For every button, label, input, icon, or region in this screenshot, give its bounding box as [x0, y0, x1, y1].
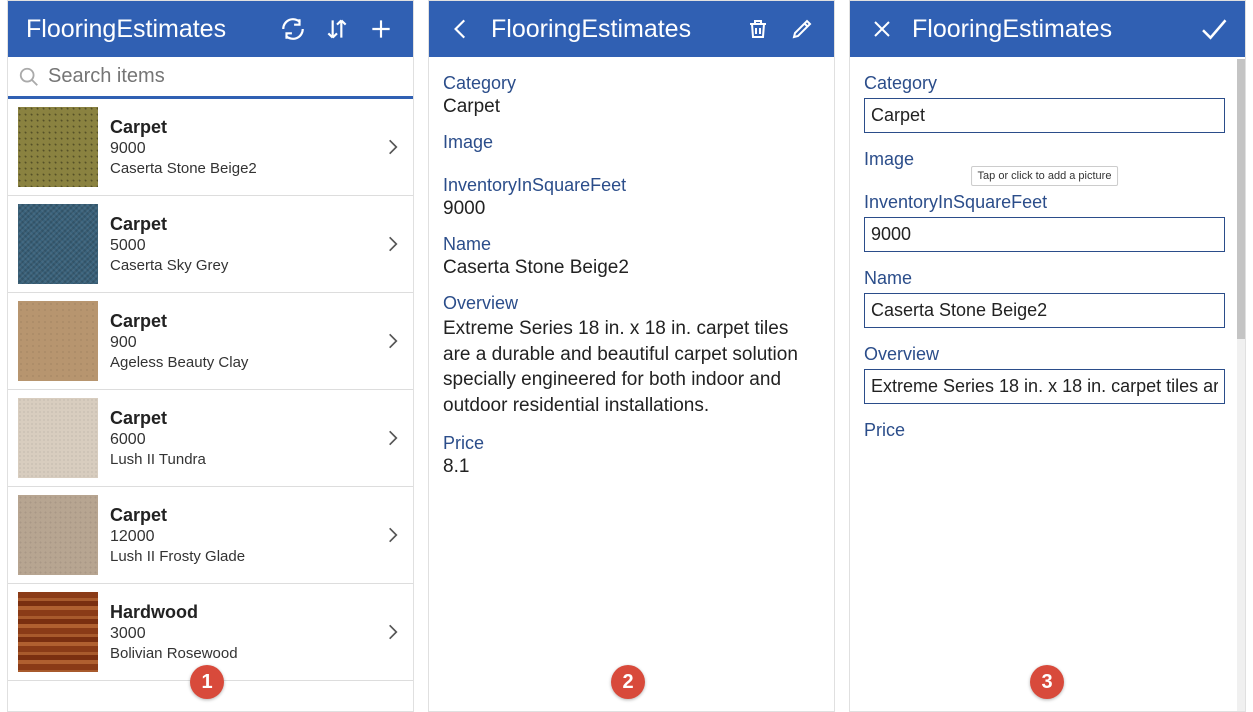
item-category: Carpet [110, 117, 379, 138]
pencil-icon [790, 17, 814, 41]
edit-button[interactable] [780, 7, 824, 51]
value-price: 8.1 [433, 456, 830, 486]
label-price: Price [433, 427, 830, 456]
item-text: Carpet 6000 Lush II Tundra [110, 408, 379, 468]
chevron-right-icon [379, 326, 407, 356]
item-text: Carpet 12000 Lush II Frosty Glade [110, 505, 379, 565]
chevron-right-icon [379, 132, 407, 162]
item-text: Carpet 9000 Caserta Stone Beige2 [110, 117, 379, 177]
label-overview: Overview [854, 338, 1235, 367]
item-thumbnail [18, 592, 98, 672]
refresh-icon[interactable] [271, 7, 315, 51]
item-category: Carpet [110, 505, 379, 526]
input-inventory[interactable] [864, 217, 1225, 252]
item-thumbnail [18, 107, 98, 187]
checkmark-icon [1198, 14, 1228, 44]
header: FlooringEstimates [8, 1, 413, 57]
item-name: Lush II Tundra [110, 451, 379, 468]
value-name: Caserta Stone Beige2 [433, 257, 830, 287]
chevron-right-icon [379, 423, 407, 453]
trash-icon [746, 17, 770, 41]
app-title: FlooringEstimates [904, 15, 1191, 44]
item-inventory: 3000 [110, 625, 379, 643]
chevron-left-icon [448, 16, 474, 42]
item-thumbnail [18, 301, 98, 381]
label-price: Price [854, 414, 1235, 443]
item-name: Bolivian Rosewood [110, 645, 379, 662]
add-picture-hint: Tap or click to add a picture [971, 166, 1119, 186]
item-inventory: 12000 [110, 528, 379, 546]
edit-content: Category Image Tap or click to add a pic… [850, 57, 1245, 711]
value-inventory: 9000 [433, 198, 830, 228]
value-category: Carpet [433, 96, 830, 126]
list-item[interactable]: Carpet 9000 Caserta Stone Beige2 [8, 99, 413, 196]
confirm-button[interactable] [1191, 7, 1235, 51]
chevron-right-icon [379, 617, 407, 647]
item-text: Hardwood 3000 Bolivian Rosewood [110, 602, 379, 662]
label-category: Category [433, 67, 830, 96]
edit-image-wrap[interactable]: Tap or click to add a picture [854, 172, 1235, 186]
item-thumbnail [18, 204, 98, 284]
list-item[interactable]: Carpet 900 Ageless Beauty Clay [8, 293, 413, 390]
search-icon [18, 66, 40, 88]
cancel-button[interactable] [860, 7, 904, 51]
sort-icon[interactable] [315, 7, 359, 51]
item-text: Carpet 900 Ageless Beauty Clay [110, 311, 379, 371]
label-image: Image [433, 126, 830, 155]
label-overview: Overview [433, 287, 830, 316]
item-inventory: 900 [110, 334, 379, 352]
search-input[interactable] [48, 65, 403, 88]
list-item[interactable]: Carpet 6000 Lush II Tundra [8, 390, 413, 487]
item-thumbnail [18, 495, 98, 575]
detail-screen: FlooringEstimates Category Carpet Image … [428, 0, 835, 712]
label-inventory: InventoryInSquareFeet [433, 169, 830, 198]
item-category: Carpet [110, 311, 379, 332]
list-item[interactable]: Carpet 5000 Caserta Sky Grey [8, 196, 413, 293]
header: FlooringEstimates [850, 1, 1245, 57]
label-name: Name [433, 228, 830, 257]
item-category: Hardwood [110, 602, 379, 623]
callout-badge-1: 1 [190, 665, 224, 699]
browse-screen: FlooringEstimates Carpet 9000 Caserta Ston… [7, 0, 414, 712]
search-row [8, 57, 413, 99]
input-category[interactable] [864, 98, 1225, 133]
item-category: Carpet [110, 408, 379, 429]
item-inventory: 5000 [110, 237, 379, 255]
label-inventory: InventoryInSquareFeet [854, 186, 1235, 215]
label-category: Category [854, 67, 1235, 96]
item-text: Carpet 5000 Caserta Sky Grey [110, 214, 379, 274]
item-category: Carpet [110, 214, 379, 235]
items-list[interactable]: Carpet 9000 Caserta Stone Beige2 Carpet 5000… [8, 99, 413, 711]
delete-button[interactable] [736, 7, 780, 51]
input-name[interactable] [864, 293, 1225, 328]
callout-badge-3: 3 [1030, 665, 1064, 699]
item-thumbnail [18, 398, 98, 478]
item-inventory: 6000 [110, 431, 379, 449]
header: FlooringEstimates [429, 1, 834, 57]
item-name: Lush II Frosty Glade [110, 548, 379, 565]
item-name: Ageless Beauty Clay [110, 354, 379, 371]
list-item[interactable]: Carpet 12000 Lush II Frosty Glade [8, 487, 413, 584]
scrollbar-thumb[interactable] [1237, 59, 1245, 339]
close-icon [870, 17, 894, 41]
detail-image-wrap [433, 155, 830, 169]
item-name: Caserta Stone Beige2 [110, 160, 379, 177]
input-overview[interactable] [864, 369, 1225, 404]
chevron-right-icon [379, 229, 407, 259]
callout-badge-2: 2 [611, 665, 645, 699]
item-name: Caserta Sky Grey [110, 257, 379, 274]
label-name: Name [854, 262, 1235, 291]
detail-content: Category Carpet Image InventoryInSquareF… [429, 57, 834, 711]
chevron-right-icon [379, 520, 407, 550]
plus-icon[interactable] [359, 7, 403, 51]
app-title: FlooringEstimates [18, 15, 271, 44]
item-inventory: 9000 [110, 140, 379, 158]
back-button[interactable] [439, 7, 483, 51]
scrollbar[interactable] [1237, 59, 1245, 711]
app-title: FlooringEstimates [483, 15, 736, 44]
edit-screen: FlooringEstimates Category Image Tap or … [849, 0, 1246, 712]
value-overview: Extreme Series 18 in. x 18 in. carpet ti… [433, 316, 830, 427]
